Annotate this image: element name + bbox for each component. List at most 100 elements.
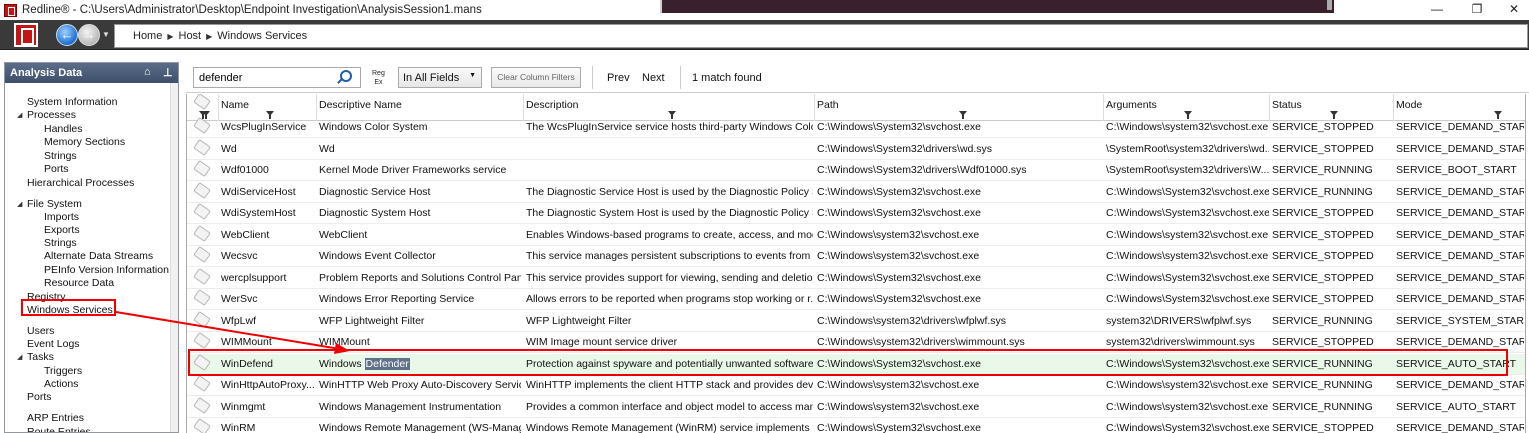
table-row[interactable]: Wdf01000 Kernel Mode Driver Frameworks se… — [187, 159, 1525, 181]
tag-icon[interactable] — [193, 396, 211, 414]
filter-icon[interactable] — [1330, 111, 1338, 119]
clear-column-filters-button[interactable]: Clear Column Filters — [491, 67, 581, 88]
cell-status: SERVICE_STOPPED — [1272, 293, 1374, 305]
table-row[interactable]: WcsPlugInService Windows Color System The … — [187, 116, 1525, 138]
cell-mode: SERVICE_DEMAND_START — [1396, 379, 1524, 391]
filter-icon[interactable] — [668, 111, 676, 119]
column-header-path[interactable]: Path — [817, 99, 839, 111]
sidebar-item-users[interactable]: Users — [27, 325, 54, 337]
sidebar-item-ports[interactable]: Ports — [44, 163, 69, 175]
next-button[interactable]: Next — [642, 72, 665, 84]
sidebar-item-alternate-data-streams[interactable]: Alternate Data Streams — [44, 250, 153, 262]
sidebar-item-system-information[interactable]: System Information — [27, 96, 117, 108]
tag-icon[interactable] — [193, 417, 211, 433]
cell-arguments: C:\Windows\System32\svchost.exe... — [1106, 271, 1269, 284]
filter-icon[interactable] — [959, 111, 967, 119]
prev-button[interactable]: Prev — [607, 72, 630, 84]
cell-arguments: C:\Windows\System32\svchost.exe... — [1106, 293, 1269, 305]
sidebar-item-route-entries[interactable]: Route Entries — [27, 426, 91, 432]
column-header-description[interactable]: Description — [526, 99, 579, 111]
tag-icon[interactable] — [193, 310, 211, 328]
column-header-descriptive-name[interactable]: Descriptive Name — [319, 99, 402, 111]
back-arrow-icon[interactable]: ← — [56, 24, 78, 46]
overlay-scrollbar-thumb[interactable] — [1327, 0, 1332, 10]
expand-triangle-icon[interactable]: ◢ — [17, 111, 22, 119]
filter-icon[interactable] — [266, 111, 274, 119]
sidebar-item-ports[interactable]: Ports — [27, 391, 52, 403]
sidebar-item-event-logs[interactable]: Event Logs — [27, 338, 80, 350]
table-row[interactable]: WdiServiceHost Diagnostic Service Host The… — [187, 181, 1525, 203]
sidebar-scrollbar[interactable] — [170, 83, 178, 432]
forward-arrow-icon[interactable]: → — [78, 24, 100, 46]
sidebar-item-arp-entries[interactable]: ARP Entries — [27, 412, 84, 424]
tag-icon[interactable] — [193, 138, 211, 156]
sidebar-item-tasks[interactable]: Tasks — [27, 351, 54, 363]
regex-label-1: Reg — [372, 70, 385, 77]
table-row[interactable]: WerSvc Windows Error Reporting Service All… — [187, 288, 1525, 310]
cell-arguments: C:\Windows\System32\svchost.exe... — [1106, 185, 1269, 198]
breadcrumb-windows-services[interactable]: Windows Services — [217, 30, 307, 42]
cell-descriptive-name: Windows Event Collector — [319, 250, 436, 262]
sidebar-item-actions[interactable]: Actions — [44, 378, 78, 390]
breadcrumb-host[interactable]: Host — [179, 30, 202, 42]
column-header-name[interactable]: Name — [221, 99, 249, 111]
sidebar-item-file-system[interactable]: File System — [27, 198, 82, 210]
table-row[interactable]: WfpLwf WFP Lightweight Filter WFP Lightwei… — [187, 310, 1525, 332]
cell-name: WIMMount — [221, 336, 272, 348]
sidebar-item-peinfo-version-information[interactable]: PEInfo Version Information — [44, 264, 169, 276]
table-row[interactable]: Winmgmt Windows Management Instrumentatio… — [187, 396, 1525, 418]
cell-mode: SERVICE_DEMAND_START — [1396, 293, 1524, 305]
column-header-status[interactable]: Status — [1272, 99, 1302, 111]
search-icon[interactable] — [340, 70, 352, 82]
filter-icon[interactable] — [199, 111, 207, 119]
sidebar-item-strings[interactable]: Strings — [44, 237, 77, 249]
tag-icon[interactable] — [193, 374, 211, 393]
tag-icon[interactable] — [193, 202, 211, 221]
table-row[interactable]: WinRM Windows Remote Management (WS-Manag… — [187, 417, 1525, 433]
sidebar-item-hierarchical-processes[interactable]: Hierarchical Processes — [27, 177, 134, 189]
regex-toggle[interactable]: Reg Ex — [372, 69, 385, 87]
table-row[interactable]: Wd Wd C:\Windows\System32\drivers\wd.sys \S… — [187, 138, 1525, 160]
history-dropdown-icon[interactable]: ▼ — [102, 30, 110, 39]
breadcrumb-home[interactable]: Home — [133, 30, 162, 42]
sidebar-item-handles[interactable]: Handles — [44, 123, 83, 135]
tag-icon[interactable] — [193, 245, 211, 264]
expand-triangle-icon[interactable]: ◢ — [17, 353, 22, 361]
table-row[interactable]: WinHttpAutoProxy... WinHTTP Web Proxy Aut… — [187, 374, 1525, 396]
tag-icon[interactable] — [193, 224, 211, 242]
tag-icon[interactable] — [193, 159, 211, 178]
table-row[interactable]: wercplsupport Problem Reports and Solutio… — [187, 267, 1525, 289]
search-scope-select[interactable]: In All Fields ▼ — [398, 67, 482, 88]
minimize-icon[interactable]: — — [1426, 1, 1448, 17]
expand-triangle-icon[interactable]: ◢ — [17, 200, 22, 208]
filter-icon[interactable] — [1184, 111, 1192, 119]
sidebar-item-processes[interactable]: Processes — [27, 109, 76, 121]
table-row[interactable]: WdiSystemHost Diagnostic System Host The D… — [187, 202, 1525, 224]
sidebar-item-triggers[interactable]: Triggers — [44, 365, 82, 377]
table-row[interactable]: Wecsvc Windows Event Collector This servic… — [187, 245, 1525, 267]
tag-icon[interactable] — [193, 331, 211, 350]
column-header-mode[interactable]: Mode — [1396, 99, 1422, 111]
redline-app-logo-icon[interactable] — [14, 23, 38, 47]
close-icon[interactable]: ✕ — [1503, 1, 1525, 17]
tag-icon[interactable] — [193, 116, 211, 135]
filter-icon[interactable] — [1494, 111, 1502, 119]
search-input[interactable] — [193, 67, 361, 88]
tag-icon[interactable] — [193, 181, 211, 199]
sidebar-item-strings[interactable]: Strings — [44, 150, 77, 162]
cell-name: Wdf01000 — [221, 164, 269, 176]
table-row[interactable]: WebClient WebClient Enables Windows-based … — [187, 224, 1525, 246]
toolbar-divider — [592, 66, 593, 89]
tag-icon[interactable] — [193, 267, 211, 285]
pin-icon[interactable]: ⊥ — [163, 66, 173, 79]
sidebar-item-exports[interactable]: Exports — [44, 224, 80, 236]
restore-icon[interactable]: ❐ — [1466, 1, 1488, 17]
select-all-tag-icon[interactable] — [193, 94, 211, 111]
home-icon[interactable]: ⌂ — [144, 66, 151, 78]
tag-icon[interactable] — [193, 288, 211, 307]
cell-descriptive-name: Windows Remote Management (WS-Manag... — [319, 422, 521, 433]
sidebar-item-resource-data[interactable]: Resource Data — [44, 277, 114, 289]
sidebar-item-memory-sections[interactable]: Memory Sections — [44, 136, 125, 148]
column-header-arguments[interactable]: Arguments — [1106, 99, 1157, 111]
sidebar-item-imports[interactable]: Imports — [44, 211, 79, 223]
